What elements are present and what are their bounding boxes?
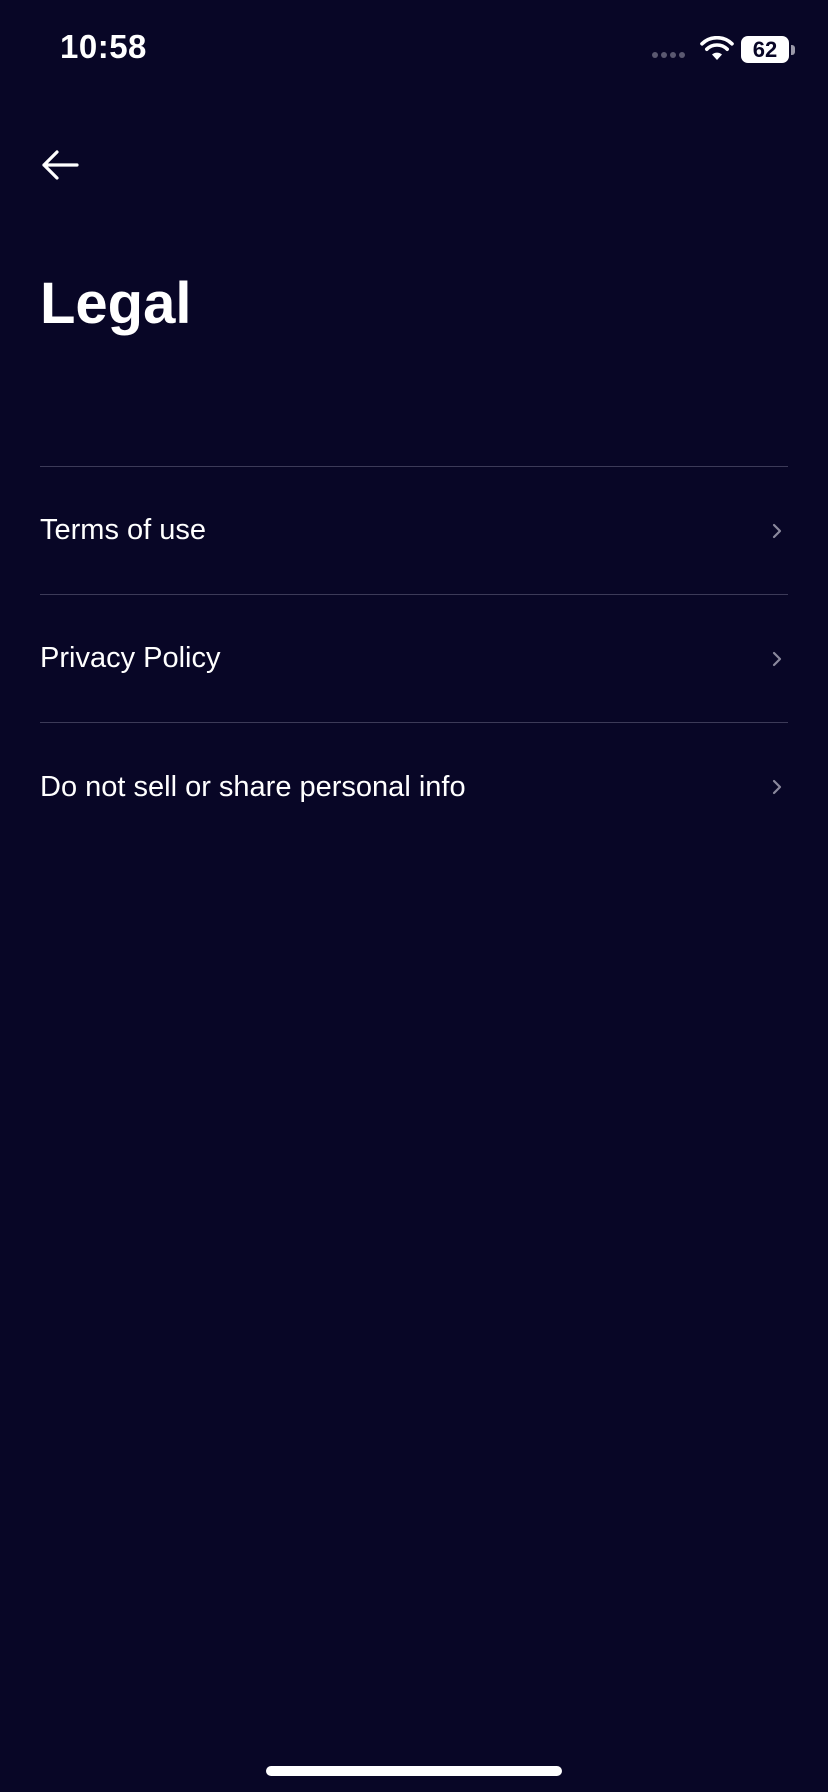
status-bar: 10:58 62 xyxy=(0,0,828,100)
list-item-label: Terms of use xyxy=(40,514,206,546)
battery-icon: 62 xyxy=(741,36,789,63)
chevron-right-icon xyxy=(772,779,782,795)
battery-tip xyxy=(791,45,795,55)
status-time: 10:58 xyxy=(60,28,147,65)
list-item-label: Privacy Policy xyxy=(40,642,221,674)
page-title: Legal xyxy=(40,271,192,336)
list-item-label: Do not sell or share personal info xyxy=(40,770,466,803)
chevron-right-icon xyxy=(772,523,782,538)
legal-list: Terms of use Privacy Policy Do not sell … xyxy=(40,466,788,851)
home-indicator[interactable] xyxy=(266,1766,562,1776)
privacy-policy-item[interactable]: Privacy Policy xyxy=(40,595,788,723)
do-not-sell-item[interactable]: Do not sell or share personal info xyxy=(40,723,788,851)
wifi-icon xyxy=(700,36,734,60)
cellular-signal-icon xyxy=(652,52,685,58)
terms-of-use-item[interactable]: Terms of use xyxy=(40,467,788,595)
arrow-left-icon xyxy=(42,150,79,180)
back-button[interactable] xyxy=(30,135,90,195)
battery-level: 62 xyxy=(752,36,778,62)
chevron-right-icon xyxy=(772,651,782,666)
